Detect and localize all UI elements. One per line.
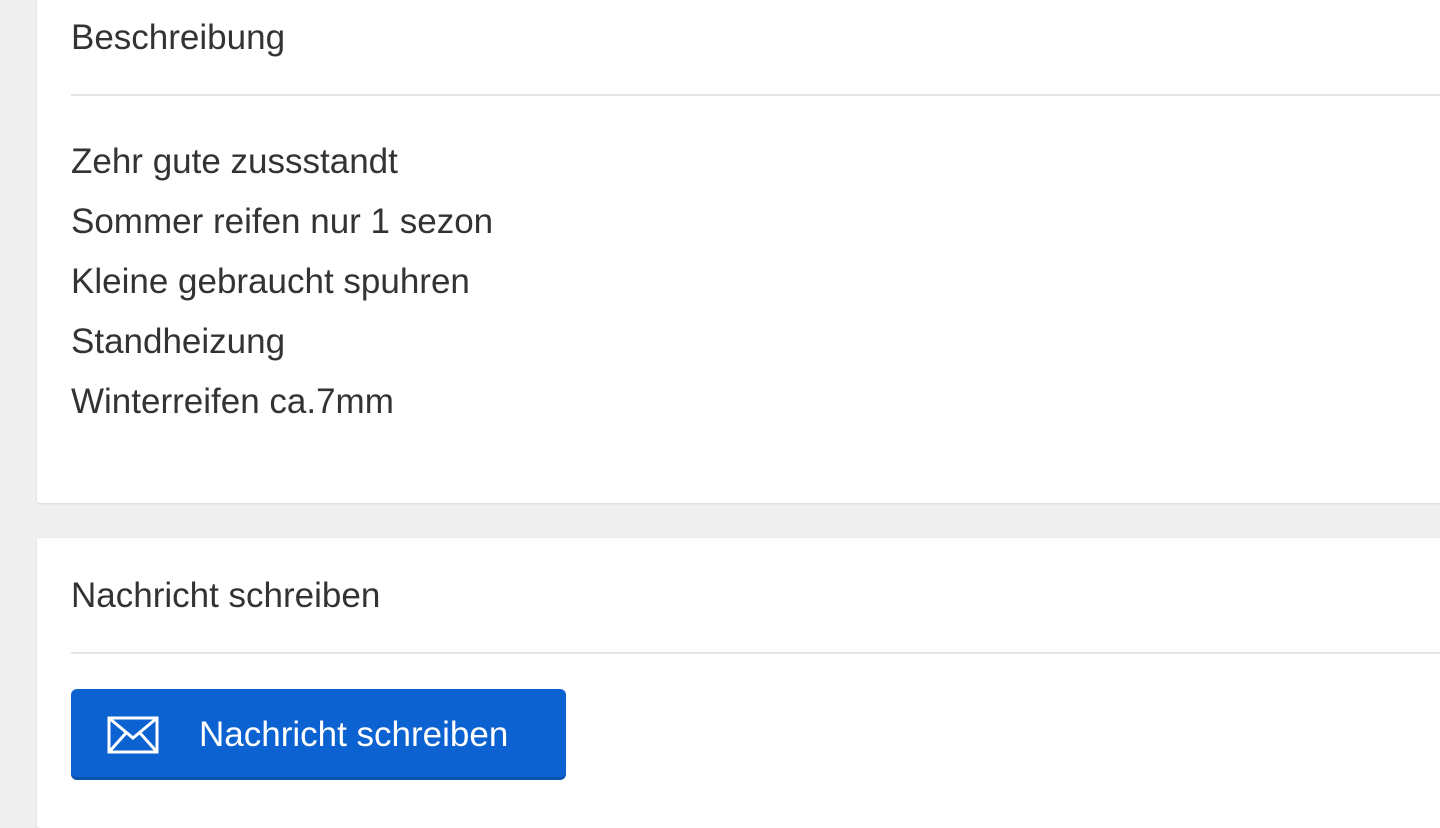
write-message-button-label: Nachricht schreiben: [199, 714, 509, 754]
description-line: Zehr gute zussstandt: [71, 142, 398, 181]
description-card: Beschreibung Zehr gute zussstandt Sommer…: [37, 0, 1440, 503]
description-line: Winterreifen ca.7mm: [71, 382, 394, 421]
description-line: Kleine gebraucht spuhren: [71, 262, 470, 301]
message-divider: [71, 652, 1440, 654]
message-title: Nachricht schreiben: [71, 576, 381, 615]
description-line: Sommer reifen nur 1 sezon: [71, 202, 494, 241]
description-divider: [71, 94, 1440, 96]
description-text: Zehr gute zussstandt Sommer reifen nur 1…: [71, 142, 493, 442]
message-card: Nachricht schreiben Nachricht schreiben: [37, 538, 1440, 828]
description-title: Beschreibung: [71, 18, 286, 57]
description-line: Standheizung: [71, 322, 286, 361]
envelope-icon: [107, 716, 159, 754]
write-message-button[interactable]: Nachricht schreiben: [71, 689, 566, 780]
